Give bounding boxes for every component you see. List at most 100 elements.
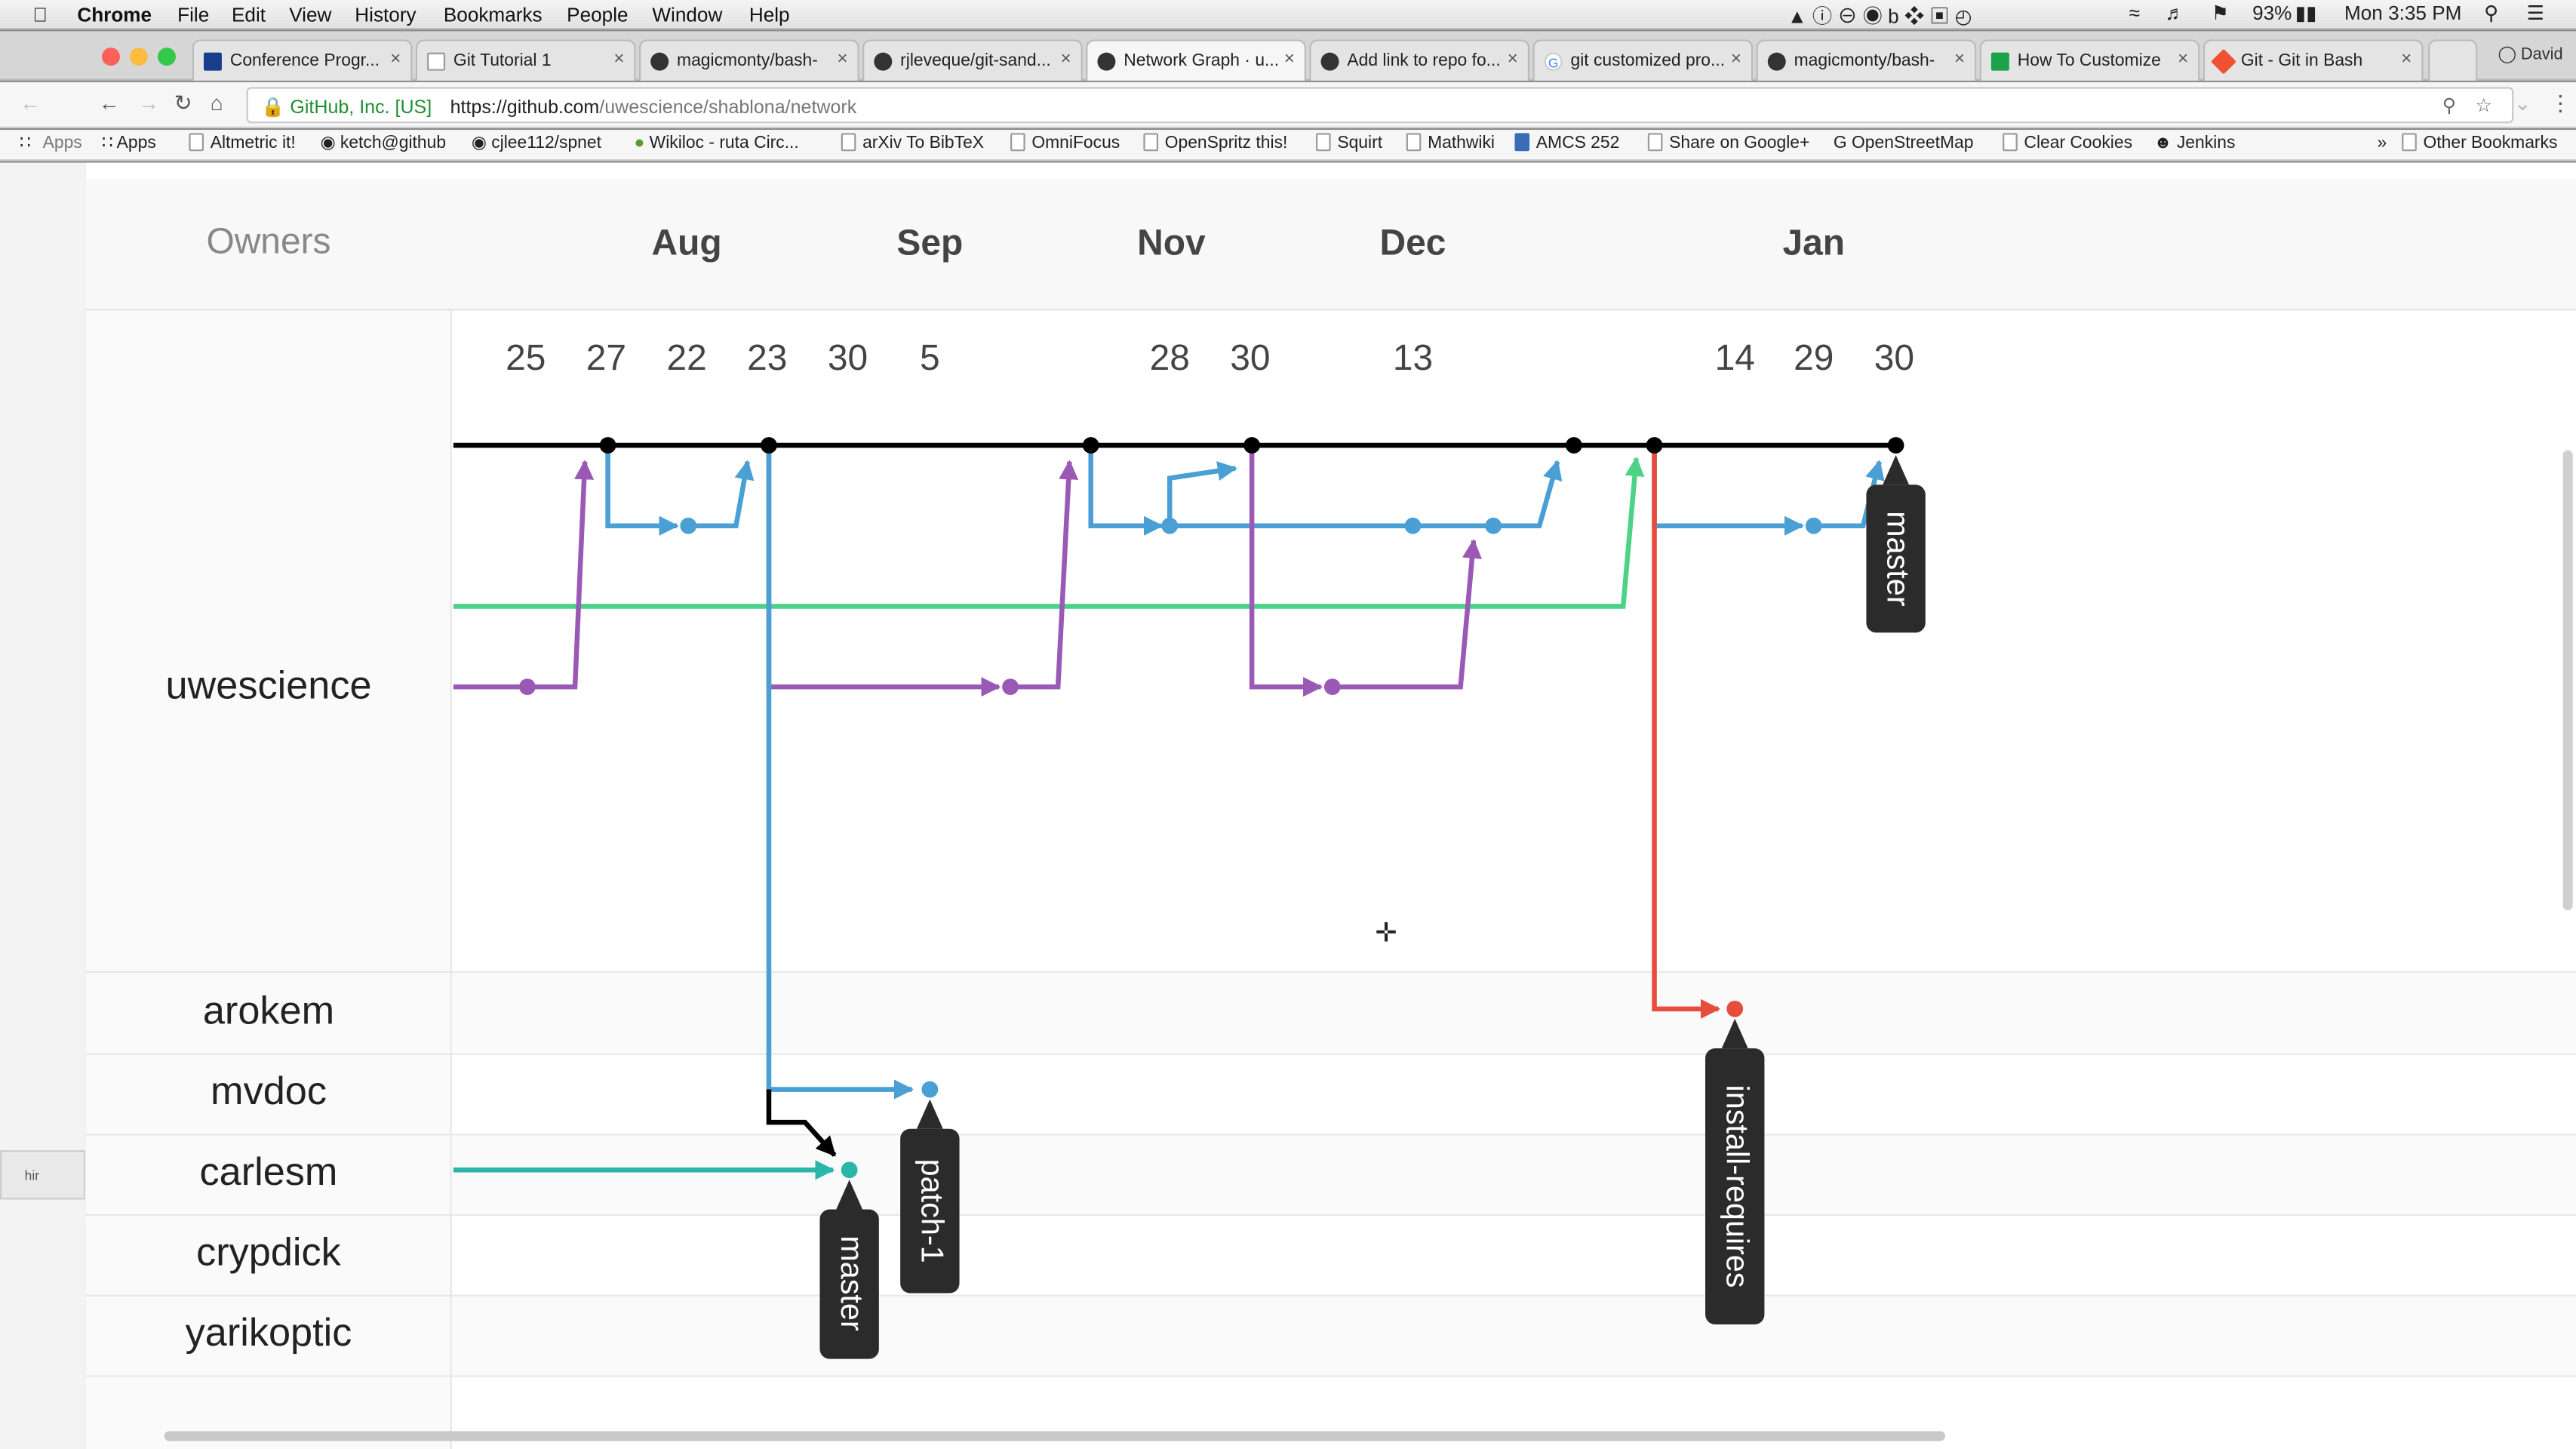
tab-title: git customized pro... bbox=[1570, 51, 1726, 71]
status-icons[interactable]: ▲ ⓘ ⊖ ◉ b ❖ ▣ ◴ bbox=[1788, 2, 1972, 29]
notification-center-icon[interactable]: ☰ bbox=[2527, 2, 2544, 24]
branch-label: patch-1 bbox=[915, 1159, 949, 1263]
bookmark-label: Mathwiki bbox=[1428, 133, 1495, 153]
forward-button[interactable]: → bbox=[138, 91, 159, 115]
bookmark-apps[interactable]: ∷ Apps bbox=[102, 133, 156, 152]
back-disabled-icon: ← bbox=[20, 90, 41, 115]
bookmark-squirt[interactable]: Squirt bbox=[1316, 133, 1382, 152]
menu-view[interactable]: View bbox=[289, 3, 331, 26]
tab-how-to-customize[interactable]: How To Customize × bbox=[1979, 39, 2200, 81]
other-bookmarks[interactable]: Other Bookmarks bbox=[2402, 133, 2557, 152]
new-tab-button[interactable] bbox=[2428, 39, 2478, 81]
bookmark-label: OpenSpritz this! bbox=[1164, 133, 1288, 153]
close-icon[interactable]: × bbox=[1731, 49, 1741, 69]
commit-dot bbox=[1887, 437, 1904, 454]
menu-window[interactable]: Window bbox=[652, 3, 722, 26]
address-bar[interactable]: 🔒 GitHub, Inc. [US] https://github.com/u… bbox=[246, 87, 2514, 124]
close-icon[interactable]: × bbox=[1061, 49, 1071, 69]
bookmark-amcs[interactable]: AMCS 252 bbox=[1514, 133, 1619, 152]
flag-icon[interactable]: ⚑ bbox=[2212, 2, 2229, 24]
bookmark-label: Clear Cookies bbox=[2024, 133, 2133, 153]
branch-label: master bbox=[1881, 511, 1916, 607]
commit-dot bbox=[1323, 678, 1341, 695]
close-icon[interactable]: × bbox=[837, 49, 847, 69]
bookmark-apps-truncated[interactable]: Apps bbox=[43, 133, 82, 152]
bookmark-arxiv[interactable]: arXiv To BibTeX bbox=[841, 133, 984, 152]
bookmark-ketch[interactable]: ◉ ketch@github bbox=[321, 133, 446, 152]
menu-edit[interactable]: Edit bbox=[232, 3, 266, 26]
bookmark-clear-cookies[interactable]: Clear Cookies bbox=[2003, 133, 2132, 152]
close-icon[interactable]: × bbox=[2178, 49, 2188, 69]
close-icon[interactable]: × bbox=[2401, 49, 2412, 69]
tab-magicmonty-1[interactable]: magicmonty/bash- × bbox=[638, 39, 859, 81]
close-icon[interactable]: × bbox=[1508, 49, 1518, 69]
security-label[interactable]: GitHub, Inc. [US] bbox=[290, 99, 432, 118]
commit-dot bbox=[841, 1161, 858, 1179]
bookmark-spnet[interactable]: ◉ cjlee112/spnet bbox=[472, 133, 601, 152]
commit-dot bbox=[519, 678, 536, 695]
bookmark-openspritz[interactable]: OpenSpritz this! bbox=[1143, 133, 1287, 152]
page-icon bbox=[2003, 133, 2018, 152]
home-button[interactable]: ⌂ bbox=[211, 91, 223, 115]
google-icon: G bbox=[1833, 133, 1852, 153]
black-branch-line bbox=[766, 1089, 837, 1157]
background-window-tab[interactable]: hir bbox=[0, 1150, 86, 1200]
menu-file[interactable]: File bbox=[177, 3, 209, 26]
tab-magicmonty-2[interactable]: magicmonty/bash- × bbox=[1756, 39, 1977, 81]
tab-conference[interactable]: Conference Progr... × bbox=[192, 39, 413, 81]
zoom-window-button[interactable] bbox=[158, 48, 176, 66]
volume-icon[interactable]: ♬ bbox=[2166, 2, 2185, 24]
jenkins-icon: ☻ bbox=[2153, 133, 2177, 153]
lock-icon[interactable]: 🔒 bbox=[261, 99, 284, 118]
menu-history[interactable]: History bbox=[355, 3, 416, 26]
bookmark-share-google[interactable]: Share on Google+ bbox=[1647, 133, 1809, 152]
github-icon: ◉ bbox=[320, 133, 340, 153]
github-icon bbox=[650, 52, 669, 71]
clock[interactable]: Mon 3:35 PM bbox=[2344, 2, 2461, 24]
bookmark-label: Jenkins bbox=[2176, 133, 2236, 153]
extension-icon[interactable]: ⌄ bbox=[2513, 91, 2531, 117]
bookmark-openstreetmap[interactable]: G OpenStreetMap bbox=[1834, 133, 1974, 152]
chevron-more-icon[interactable]: » bbox=[2378, 133, 2387, 152]
zoom-icon[interactable]: ⚲ bbox=[2442, 94, 2456, 116]
menu-help[interactable]: Help bbox=[749, 3, 790, 26]
spotlight-search-icon[interactable]: ⚲ bbox=[2484, 2, 2498, 24]
close-window-button[interactable] bbox=[101, 48, 120, 66]
battery-percent[interactable]: 93% bbox=[2252, 2, 2292, 24]
minimize-window-button[interactable] bbox=[130, 48, 148, 66]
bookmark-wikiloc[interactable]: ● Wikiloc - ruta Circ... bbox=[634, 133, 798, 152]
bookmark-altmetric[interactable]: Altmetric it! bbox=[189, 133, 296, 152]
bookmark-mathwiki[interactable]: Mathwiki bbox=[1406, 133, 1495, 152]
close-icon[interactable]: × bbox=[613, 49, 624, 69]
menu-people[interactable]: People bbox=[567, 3, 628, 26]
tab-title: Git - Git in Bash bbox=[2240, 51, 2363, 71]
reload-button[interactable]: ↻ bbox=[174, 91, 192, 117]
page-icon bbox=[1010, 133, 1025, 152]
close-icon[interactable]: × bbox=[390, 49, 401, 69]
menu-app-chrome[interactable]: Chrome bbox=[77, 3, 152, 26]
bookmark-label: cjlee112/spnet bbox=[491, 133, 601, 153]
profile-button[interactable]: ◯ David bbox=[2498, 46, 2562, 64]
bookmark-star-icon[interactable]: ☆ bbox=[2476, 94, 2492, 116]
close-icon[interactable]: × bbox=[1954, 49, 1965, 69]
bookmark-jenkins[interactable]: ☻ Jenkins bbox=[2153, 133, 2235, 152]
network-graph-canvas[interactable]: master patch-1 master install-requires bbox=[85, 163, 2576, 1449]
tab-rjleveque[interactable]: rjleveque/git-sand... × bbox=[862, 39, 1083, 81]
tab-git-in-bash[interactable]: Git - Git in Bash × bbox=[2203, 39, 2424, 81]
back-button[interactable]: ← bbox=[99, 91, 120, 115]
vertical-scrollbar[interactable] bbox=[2562, 450, 2573, 911]
close-icon[interactable]: × bbox=[1284, 49, 1295, 69]
bookmark-label: Squirt bbox=[1337, 133, 1383, 153]
horizontal-scrollbar[interactable] bbox=[164, 1431, 1945, 1441]
tab-add-link[interactable]: Add link to repo fo... × bbox=[1309, 39, 1530, 81]
apple-icon[interactable]:  bbox=[33, 3, 48, 26]
commit-dot bbox=[761, 437, 777, 454]
bookmark-omnifocus[interactable]: OmniFocus bbox=[1010, 133, 1120, 152]
apps-grid-icon[interactable]: ∷ bbox=[20, 133, 31, 152]
tab-network-graph[interactable]: Network Graph · u... × bbox=[1086, 39, 1306, 81]
wifi-icon[interactable]: ≈ bbox=[2129, 2, 2140, 24]
tab-google-search[interactable]: Ggit customized pro... × bbox=[1532, 39, 1754, 81]
menu-bookmarks[interactable]: Bookmarks bbox=[444, 3, 543, 26]
tab-git-tutorial[interactable]: Git Tutorial 1 × bbox=[415, 39, 636, 81]
menu-kebab-icon[interactable]: ⋮ bbox=[2550, 91, 2571, 117]
